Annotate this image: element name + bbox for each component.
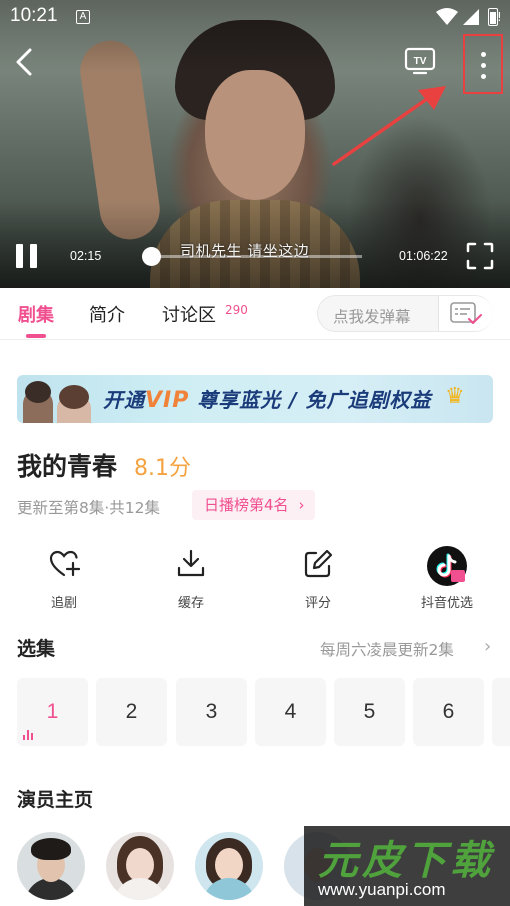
follow-label: 追剧	[50, 596, 77, 611]
avatar-face	[215, 848, 243, 882]
crown-icon: ♛	[445, 384, 465, 409]
tab-bar: 剧集 简介 讨论区 290 点我发弹幕	[0, 288, 510, 340]
chevron-right-icon: ›	[298, 496, 305, 514]
playing-icon	[23, 730, 35, 740]
update-note[interactable]: 每周六凌晨更新2集	[320, 638, 454, 660]
pause-bar	[30, 244, 37, 268]
heart-plus-icon	[49, 550, 80, 577]
episode-1[interactable]: 1	[17, 678, 88, 746]
watermark-url: www.yuanpi.com	[318, 880, 446, 899]
rate-label: 评分	[304, 596, 331, 611]
episode-4[interactable]: 4	[255, 678, 326, 746]
cast-avatar-1[interactable]	[17, 832, 85, 900]
danmu-input[interactable]: 点我发弹幕	[317, 295, 493, 332]
video-player[interactable]: 10:21 A ! TV 02:15 司机先生 请坐这边 01:06:22	[0, 0, 510, 288]
episode-next-partial[interactable]	[492, 678, 510, 746]
cast-avatar-2[interactable]	[106, 832, 174, 900]
wifi-icon	[436, 8, 458, 25]
back-icon[interactable]	[10, 44, 38, 80]
cast-avatar-3[interactable]	[195, 832, 263, 900]
episode-number: 1	[46, 700, 59, 723]
watermark: 元皮下载 www.yuanpi.com	[304, 826, 510, 906]
annotation-arrow	[332, 86, 446, 166]
watermark-brand: 元皮下载	[318, 838, 494, 884]
discussion-count: 290	[225, 303, 248, 317]
banner-actress-head	[59, 385, 89, 409]
edit-icon	[304, 549, 333, 578]
cart-badge	[451, 570, 465, 582]
video-subtitle: 司机先生 请坐这边	[180, 242, 310, 260]
episode-2[interactable]: 2	[96, 678, 167, 746]
cast-title: 演员主页	[17, 789, 94, 811]
douyin-icon[interactable]	[427, 546, 467, 586]
download-button[interactable]: 缓存	[141, 548, 241, 611]
pause-icon	[16, 244, 23, 268]
svg-text:TV: TV	[414, 56, 427, 67]
tab-discussion[interactable]: 讨论区	[162, 301, 216, 327]
more-vertical-icon	[481, 52, 486, 57]
episode-number: 5	[363, 700, 376, 723]
download-label: 缓存	[177, 596, 204, 611]
danmu-settings-button[interactable]	[439, 296, 493, 331]
banner-prefix: 开通	[103, 388, 145, 412]
download-icon	[177, 549, 205, 577]
show-score: 8.1分	[134, 456, 191, 481]
rank-badge[interactable]: 日播榜第4名 ›	[192, 490, 315, 520]
show-title: 我的青春	[17, 452, 118, 481]
danmu-list-icon	[450, 302, 482, 324]
total-time: 01:06:22	[399, 249, 448, 263]
banner-vip: VIP	[145, 388, 190, 413]
avatar-hair	[31, 838, 71, 860]
episode-number: 3	[205, 700, 218, 723]
notification-icon: A	[76, 10, 90, 24]
signal-icon	[463, 9, 479, 25]
tv-cast-icon[interactable]: TV	[404, 46, 436, 76]
more-options-button[interactable]	[463, 34, 503, 94]
pause-button[interactable]	[14, 242, 40, 270]
episode-number: 6	[442, 700, 455, 723]
fullscreen-icon[interactable]	[466, 242, 494, 270]
more-dot	[481, 74, 486, 79]
vip-banner[interactable]: 开通VIP 尊享蓝光 / 免广追剧权益 ♛	[17, 375, 493, 423]
episodes-title: 选集	[17, 638, 56, 660]
douyin-label: 抖音优选	[420, 596, 473, 611]
current-time: 02:15	[70, 249, 102, 263]
tab-intro[interactable]: 简介	[89, 301, 125, 327]
episode-meta: 更新至第8集·共12集	[17, 499, 161, 517]
episode-number: 4	[284, 700, 297, 723]
follow-button[interactable]: 追剧	[14, 548, 114, 611]
rate-button[interactable]: 评分	[268, 548, 368, 611]
episode-6[interactable]: 6	[413, 678, 484, 746]
banner-actor-head	[25, 381, 51, 403]
banner-text: 开通VIP 尊享蓝光 / 免广追剧权益	[103, 384, 432, 413]
episode-number: 2	[125, 700, 138, 723]
episode-3[interactable]: 3	[176, 678, 247, 746]
danmu-placeholder: 点我发弹幕	[333, 308, 411, 326]
battery-alert: !	[497, 10, 502, 24]
tab-indicator	[26, 334, 46, 338]
rank-label: 日播榜第4名	[204, 496, 289, 514]
status-time: 10:21	[10, 5, 58, 26]
more-dot	[481, 63, 486, 68]
tab-episodes[interactable]: 剧集	[18, 301, 54, 327]
status-bar: 10:21 A !	[0, 0, 510, 34]
avatar-face	[126, 848, 154, 882]
banner-suffix: 尊享蓝光 / 免广追剧权益	[197, 388, 432, 412]
episode-5[interactable]: 5	[334, 678, 405, 746]
chevron-right-icon[interactable]: ›	[484, 636, 491, 657]
